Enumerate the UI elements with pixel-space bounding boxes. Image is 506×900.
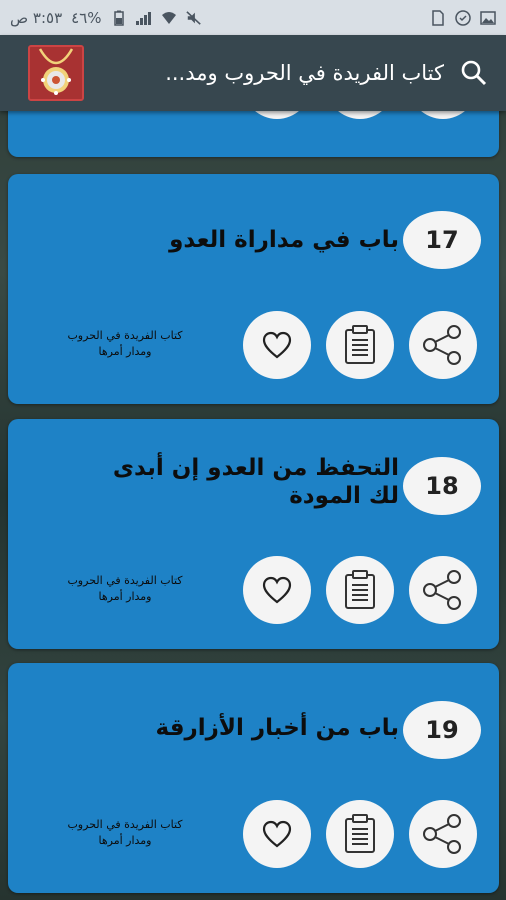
list-item[interactable]: 18 التحفظ من العدو إن أبدى لك المودة كتا…: [8, 419, 499, 649]
chapter-list[interactable]: 17 باب في مداراة العدو كتاب الفريدة في ا…: [0, 111, 506, 900]
app-title: كتاب الفريدة في الحروب ومد...: [165, 61, 444, 85]
share-icon: [423, 570, 461, 610]
clipboard-icon: [345, 814, 375, 853]
status-bar: ٣:٥٣ ص %٤٦: [0, 0, 506, 35]
clipboard-icon: [345, 570, 375, 609]
chapter-title: باب من أخبار الأزارقة: [155, 715, 399, 741]
chapter-number: 19: [403, 701, 481, 759]
battery-percent: %٤٦: [71, 8, 102, 27]
mute-icon: [185, 10, 202, 26]
heart-icon: [262, 576, 292, 604]
share-icon: [423, 325, 461, 365]
app-bar: كتاب الفريدة في الحروب ومد...: [0, 35, 506, 111]
book-label: كتاب الفريدة في الحروب ومدار أمرها: [67, 574, 183, 603]
chapter-title: باب في مداراة العدو: [169, 227, 399, 253]
list-item-partial[interactable]: [8, 111, 499, 157]
copy-button[interactable]: [326, 800, 394, 868]
search-button[interactable]: [456, 55, 492, 91]
share-button[interactable]: [409, 556, 477, 624]
list-item[interactable]: 17 باب في مداراة العدو كتاب الفريدة في ا…: [8, 174, 499, 404]
share-button[interactable]: [409, 111, 477, 119]
copy-button[interactable]: [326, 311, 394, 379]
sim-icon: [430, 9, 446, 26]
favorite-button[interactable]: [243, 556, 311, 624]
heart-icon: [262, 820, 292, 848]
book-label: كتاب الفريدة في الحروب ومدار أمرها: [67, 329, 183, 358]
status-time: ٣:٥٣ ص: [10, 8, 63, 27]
chapter-title: التحفظ من العدو إن أبدى لك المودة: [112, 455, 399, 509]
chapter-number: 18: [403, 457, 481, 515]
copy-button[interactable]: [326, 111, 394, 119]
image-icon: [480, 10, 496, 26]
wifi-icon: [161, 10, 177, 26]
battery-icon: [111, 10, 127, 26]
search-icon: [461, 60, 487, 86]
app-logo: [28, 45, 84, 101]
book-label: كتاب الفريدة في الحروب ومدار أمرها: [67, 818, 183, 847]
copy-button[interactable]: [326, 556, 394, 624]
share-icon: [423, 814, 461, 854]
favorite-button[interactable]: [243, 111, 311, 119]
heart-icon: [262, 331, 292, 359]
share-button[interactable]: [409, 800, 477, 868]
status-right: [430, 9, 496, 26]
chapter-number: 17: [403, 211, 481, 269]
list-item[interactable]: 19 باب من أخبار الأزارقة كتاب الفريدة في…: [8, 663, 499, 893]
favorite-button[interactable]: [243, 800, 311, 868]
status-left: ٣:٥٣ ص %٤٦: [10, 9, 202, 27]
signal-icon: [135, 10, 152, 26]
share-button[interactable]: [409, 311, 477, 379]
shield-icon: [455, 9, 471, 26]
favorite-button[interactable]: [243, 311, 311, 379]
clipboard-icon: [345, 325, 375, 364]
